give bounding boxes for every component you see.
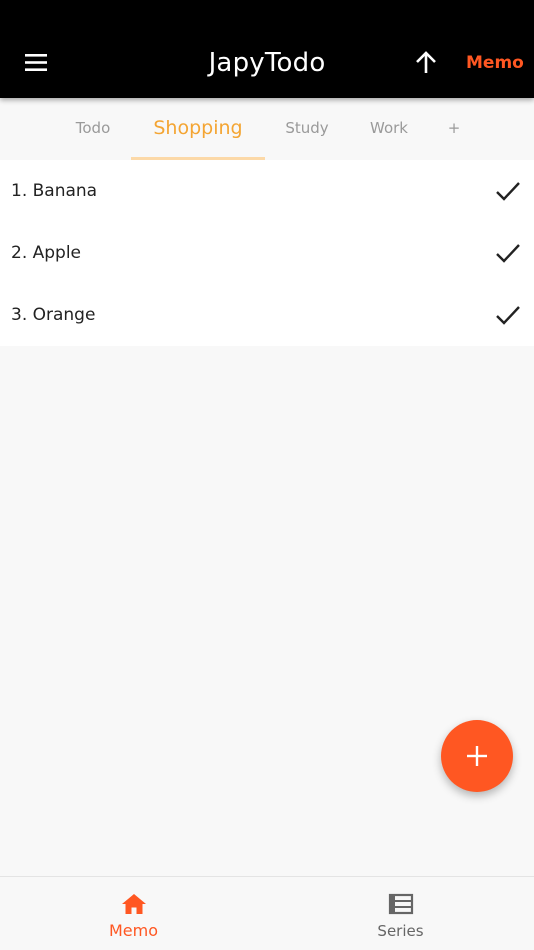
app-screen: JapyTodo Memo Todo Shopping Study Work +… [0, 0, 534, 950]
nav-series[interactable]: Series [267, 877, 534, 950]
tab-study[interactable]: Study [272, 98, 342, 160]
app-title: JapyTodo [208, 48, 326, 78]
list-icon [388, 893, 413, 915]
menu-button[interactable] [14, 46, 58, 80]
list-item-text: 1. Banana [11, 181, 98, 201]
list-item-text: 3. Orange [11, 305, 96, 325]
add-item-button[interactable] [441, 720, 513, 792]
tab-todo[interactable]: Todo [58, 98, 128, 160]
tab-add[interactable]: + [434, 98, 474, 160]
complete-button[interactable] [494, 240, 522, 266]
hamburger-menu-icon [25, 54, 47, 71]
bottom-navigation: Memo Series [0, 876, 534, 950]
list-item-text: 2. Apple [11, 243, 82, 263]
arrow-up-icon [416, 51, 436, 73]
complete-button[interactable] [494, 178, 522, 204]
checkmark-icon [496, 182, 520, 201]
tab-work[interactable]: Work [354, 98, 424, 160]
home-icon [121, 894, 146, 914]
shopping-list: 1. Banana 2. Apple 3. Orange [0, 160, 534, 346]
list-item[interactable]: 2. Apple [0, 222, 534, 284]
category-tabs: Todo Shopping Study Work + [0, 98, 534, 160]
tab-shopping[interactable]: Shopping [131, 98, 265, 160]
list-item[interactable]: 3. Orange [0, 284, 534, 346]
checkmark-icon [496, 306, 520, 325]
list-item[interactable]: 1. Banana [0, 160, 534, 222]
checkmark-icon [496, 244, 520, 263]
complete-button[interactable] [494, 302, 522, 328]
plus-icon [467, 746, 487, 766]
nav-series-label: Series [377, 922, 424, 940]
nav-memo-label: Memo [108, 921, 159, 940]
app-header: JapyTodo Memo [0, 0, 534, 98]
memo-header-link[interactable]: Memo [466, 50, 534, 76]
scroll-up-button[interactable] [408, 46, 444, 80]
nav-memo[interactable]: Memo [0, 877, 267, 950]
